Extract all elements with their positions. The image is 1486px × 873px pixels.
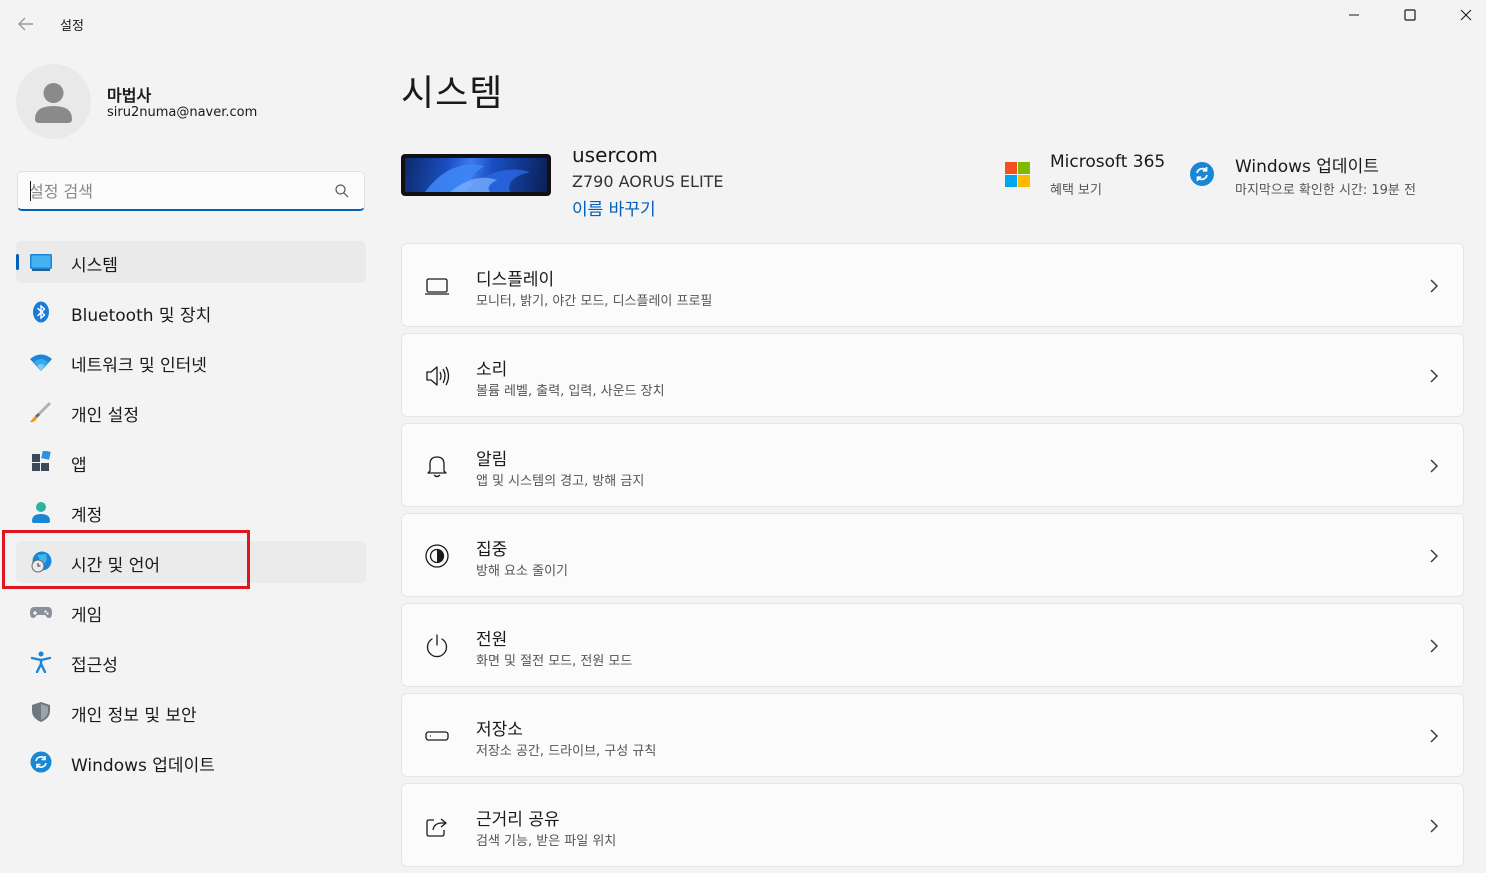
page-title: 시스템 — [401, 73, 504, 114]
chevron-right-icon — [1430, 729, 1438, 743]
bell-icon — [427, 456, 447, 478]
system-icon — [30, 254, 52, 271]
microsoft365-subtitle[interactable]: 혜택 보기 — [1050, 179, 1102, 198]
gamepad-icon — [30, 607, 52, 618]
card-title: 소리 — [476, 360, 508, 380]
user-name: 마법사 — [107, 86, 152, 105]
card-title: 집중 — [476, 540, 508, 560]
windows-update-icon[interactable] — [1189, 161, 1215, 187]
user-avatar-icon — [35, 83, 72, 123]
chevron-right-icon — [1430, 459, 1438, 473]
card-title: 저장소 — [476, 720, 523, 740]
settings-card-nearby-sharing[interactable]: 근거리 공유 검색 기능, 받은 파일 위치 — [401, 783, 1464, 867]
sidebar-item-personalization[interactable]: 개인 설정 — [16, 391, 366, 433]
speaker-icon — [426, 366, 450, 386]
text-caret — [30, 181, 31, 201]
chevron-right-icon — [1430, 819, 1438, 833]
device-wallpaper-thumbnail — [401, 154, 551, 196]
sidebar-item-privacy-security[interactable]: 개인 정보 및 보안 — [16, 691, 366, 733]
sidebar-item-gaming[interactable]: 게임 — [16, 591, 366, 633]
card-subtitle: 앱 및 시스템의 경고, 방해 금지 — [476, 474, 645, 489]
sidebar-item-label: 접근성 — [71, 656, 118, 676]
device-name: usercom — [572, 143, 658, 167]
shield-icon — [32, 702, 50, 722]
device-model: Z790 AORUS ELITE — [572, 172, 724, 191]
settings-card-display[interactable]: 디스플레이 모니터, 밝기, 야간 모드, 디스플레이 프로필 — [401, 243, 1464, 327]
sidebar-item-windows-update[interactable]: Windows 업데이트 — [16, 741, 366, 783]
card-title: 알림 — [476, 450, 508, 470]
rename-link[interactable]: 이름 바꾸기 — [572, 195, 656, 220]
wifi-icon — [30, 354, 52, 371]
title-bar: 설정 — [0, 0, 1486, 46]
update-icon — [30, 751, 52, 773]
focus-icon — [425, 544, 449, 568]
card-subtitle: 검색 기능, 받은 파일 위치 — [476, 834, 617, 849]
sidebar-item-label: Bluetooth 및 장치 — [71, 306, 212, 326]
windows-update-subtitle[interactable]: 마지막으로 확인한 시간: 19분 전 — [1235, 179, 1416, 198]
minimize-button[interactable] — [1331, 0, 1377, 30]
sidebar-item-label: Windows 업데이트 — [71, 756, 215, 776]
sidebar-item-accounts[interactable]: 계정 — [16, 491, 366, 533]
settings-card-sound[interactable]: 소리 볼륨 레벨, 출력, 입력, 사운드 장치 — [401, 333, 1464, 417]
settings-card-notifications[interactable]: 알림 앱 및 시스템의 경고, 방해 금지 — [401, 423, 1464, 507]
card-subtitle: 화면 및 절전 모드, 전원 모드 — [476, 654, 633, 669]
card-subtitle: 저장소 공간, 드라이브, 구성 규칙 — [476, 744, 657, 759]
search-box[interactable] — [17, 171, 365, 211]
card-subtitle: 모니터, 밝기, 야간 모드, 디스플레이 프로필 — [476, 294, 713, 309]
chevron-right-icon — [1430, 279, 1438, 293]
storage-icon — [425, 731, 449, 741]
brush-icon — [30, 402, 51, 423]
share-icon — [426, 818, 447, 837]
chevron-right-icon — [1430, 549, 1438, 563]
close-icon — [1460, 9, 1472, 21]
card-title: 근거리 공유 — [476, 810, 560, 830]
sidebar-item-label: 개인 정보 및 보안 — [71, 706, 197, 726]
sidebar-item-label: 개인 설정 — [71, 406, 139, 426]
close-button[interactable] — [1443, 0, 1486, 30]
accessibility-icon — [30, 651, 52, 673]
settings-card-power[interactable]: 전원 화면 및 절전 모드, 전원 모드 — [401, 603, 1464, 687]
maximize-icon — [1404, 9, 1416, 21]
app-title: 설정 — [60, 19, 84, 34]
annotation-highlight-box — [2, 530, 250, 589]
card-subtitle: 방해 요소 줄이기 — [476, 564, 568, 579]
settings-card-storage[interactable]: 저장소 저장소 공간, 드라이브, 구성 규칙 — [401, 693, 1464, 777]
sidebar-item-accessibility[interactable]: 접근성 — [16, 641, 366, 683]
sidebar-item-system[interactable]: 시스템 — [16, 241, 366, 283]
sidebar-item-label: 앱 — [71, 456, 87, 476]
sidebar-item-label: 계정 — [71, 506, 103, 526]
search-input[interactable] — [29, 179, 329, 203]
microsoft365-title[interactable]: Microsoft 365 — [1050, 152, 1165, 172]
bluetooth-icon — [33, 301, 49, 323]
maximize-button[interactable] — [1387, 0, 1433, 30]
power-icon — [426, 634, 448, 658]
display-icon — [425, 278, 449, 295]
sidebar-item-label: 네트워크 및 인터넷 — [71, 356, 207, 376]
user-email: siru2numa@naver.com — [107, 105, 258, 120]
card-title: 디스플레이 — [476, 270, 555, 290]
sidebar-item-bluetooth[interactable]: Bluetooth 및 장치 — [16, 291, 366, 333]
windows-update-title[interactable]: Windows 업데이트 — [1235, 152, 1379, 177]
sidebar-item-label: 게임 — [71, 606, 103, 626]
apps-icon — [32, 451, 51, 471]
selection-indicator — [16, 254, 19, 270]
sidebar-item-network[interactable]: 네트워크 및 인터넷 — [16, 341, 366, 383]
avatar[interactable] — [16, 64, 91, 139]
back-button[interactable] — [14, 12, 38, 36]
search-icon[interactable] — [334, 183, 350, 199]
minimize-icon — [1349, 14, 1359, 16]
account-icon — [32, 502, 50, 523]
sidebar-item-label: 시스템 — [71, 256, 118, 276]
back-arrow-icon — [18, 17, 33, 31]
bloom-wallpaper-icon — [425, 164, 530, 192]
card-title: 전원 — [476, 630, 508, 650]
chevron-right-icon — [1430, 369, 1438, 383]
chevron-right-icon — [1430, 639, 1438, 653]
card-subtitle: 볼륨 레벨, 출력, 입력, 사운드 장치 — [476, 384, 665, 399]
microsoft-logo-icon[interactable] — [1005, 162, 1030, 187]
settings-card-focus[interactable]: 집중 방해 요소 줄이기 — [401, 513, 1464, 597]
sidebar-item-apps[interactable]: 앱 — [16, 441, 366, 483]
